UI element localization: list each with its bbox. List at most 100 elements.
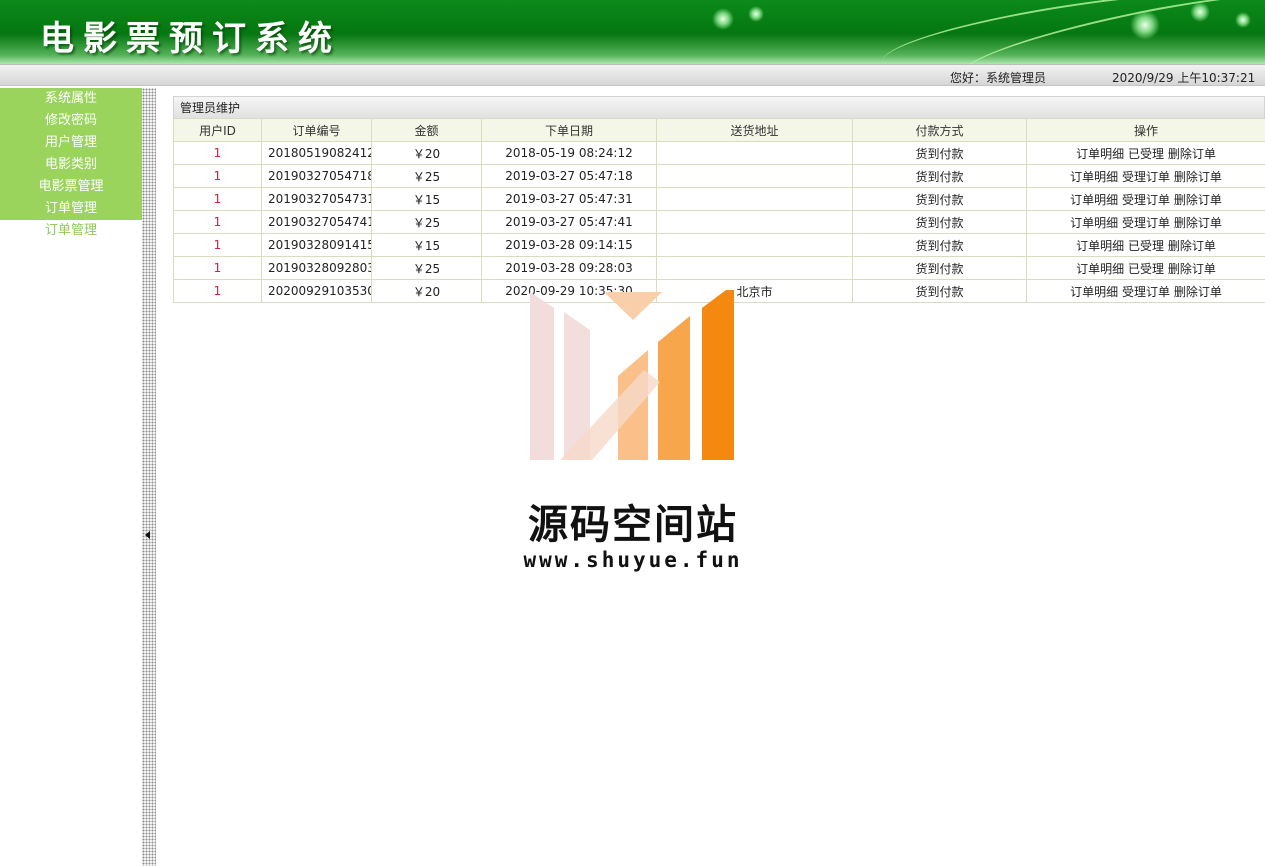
cell-order-no: 20190327054741 <box>261 210 372 234</box>
logo-bar-orange-2 <box>658 316 690 460</box>
cell-payment: 货到付款 <box>852 233 1027 257</box>
cell-order-no: 20190328092803 <box>261 256 372 280</box>
orders-table: 用户ID 订单编号 金额 下单日期 送货地址 付款方式 操作 1 20180519… <box>173 118 1265 303</box>
cell-order-date: 2019-03-27 05:47:31 <box>481 187 657 211</box>
action-link[interactable]: 删除订单 <box>1174 170 1222 184</box>
action-link[interactable]: 订单明细 <box>1076 239 1124 253</box>
cell-amount: ￥25 <box>371 164 482 188</box>
cell-amount: ￥15 <box>371 187 482 211</box>
cell-user-id: 1 <box>173 164 262 188</box>
column-header-address: 送货地址 <box>656 118 853 142</box>
banner-sparkle <box>1130 10 1160 40</box>
action-link[interactable]: 订单明细 <box>1076 262 1124 276</box>
logo-bar-pale-left <box>530 292 554 460</box>
cell-user-id: 1 <box>173 279 262 303</box>
cell-order-no: 20200929103530 <box>261 279 372 303</box>
column-header-actions: 操作 <box>1026 118 1265 142</box>
table-row: 1 20190327054731 ￥15 2019-03-27 05:47:31 货到付… <box>173 187 1265 211</box>
user-greeting: 您好：系统管理员 <box>950 71 1047 85</box>
action-link[interactable]: 删除订单 <box>1168 262 1216 276</box>
watermark-url: www.shuyue.fun <box>523 548 743 572</box>
cell-actions: 订单明细 受理订单 删除订单 <box>1026 210 1265 234</box>
cell-payment: 货到付款 <box>852 187 1027 211</box>
cell-order-no: 20190327054731 <box>261 187 372 211</box>
cell-address <box>656 187 853 211</box>
banner-sparkle <box>1190 2 1210 22</box>
action-link[interactable]: 删除订单 <box>1174 193 1222 207</box>
column-header-amount: 金额 <box>371 118 482 142</box>
cell-actions: 订单明细 受理订单 删除订单 <box>1026 279 1265 303</box>
action-link[interactable]: 订单明细 <box>1070 285 1118 299</box>
cell-actions: 订单明细 已受理 删除订单 <box>1026 256 1265 280</box>
watermark-logo <box>530 290 734 460</box>
action-link[interactable]: 已受理 <box>1128 262 1164 276</box>
sidebar-item-user-management[interactable]: 用户管理 <box>0 132 142 154</box>
watermark-name: 源码空间站 <box>528 502 738 548</box>
sidebar-item-ticket-management[interactable]: 电影票管理 <box>0 176 142 198</box>
panel-title: 管理员维护 <box>173 96 1265 118</box>
table-row: 1 20190328092803 ￥25 2019-03-28 09:28:03 货到付… <box>173 256 1265 280</box>
cell-amount: ￥20 <box>371 141 482 165</box>
cell-user-id: 1 <box>173 233 262 257</box>
cell-amount: ￥25 <box>371 256 482 280</box>
action-link[interactable]: 受理订单 <box>1122 216 1170 230</box>
action-link[interactable]: 删除订单 <box>1174 285 1222 299</box>
banner-sparkle <box>748 6 764 22</box>
sidebar-subitem-order-management[interactable]: 订单管理 <box>0 220 142 242</box>
cell-user-id: 1 <box>173 141 262 165</box>
cell-address <box>656 164 853 188</box>
collapse-arrow-icon[interactable] <box>145 531 150 539</box>
sidebar-item-system-properties[interactable]: 系统属性 <box>0 88 142 110</box>
cell-address <box>656 233 853 257</box>
cell-order-date: 2019-03-27 05:47:18 <box>481 164 657 188</box>
action-link[interactable]: 订单明细 <box>1070 216 1118 230</box>
table-row: 1 20190327054741 ￥25 2019-03-27 05:47:41 货到付… <box>173 210 1265 234</box>
cell-payment: 货到付款 <box>852 256 1027 280</box>
cell-order-no: 20180519082412 <box>261 141 372 165</box>
cell-order-no: 20190328091415 <box>261 233 372 257</box>
action-link[interactable]: 已受理 <box>1128 147 1164 161</box>
cell-order-date: 2019-03-27 05:47:41 <box>481 210 657 234</box>
action-link[interactable]: 订单明细 <box>1070 170 1118 184</box>
action-link[interactable]: 受理订单 <box>1122 193 1170 207</box>
cell-address <box>656 141 853 165</box>
status-bar: 您好：系统管理员 2020/9/29 上午10:37:21 <box>0 64 1265 86</box>
action-link[interactable]: 删除订单 <box>1168 147 1216 161</box>
action-link[interactable]: 删除订单 <box>1174 216 1222 230</box>
action-link[interactable]: 删除订单 <box>1168 239 1216 253</box>
cell-user-id: 1 <box>173 187 262 211</box>
cell-amount: ￥25 <box>371 210 482 234</box>
table-row: 1 20180519082412 ￥20 2018-05-19 08:24:12 货到付… <box>173 141 1265 165</box>
cell-actions: 订单明细 受理订单 删除订单 <box>1026 187 1265 211</box>
column-header-payment: 付款方式 <box>852 118 1027 142</box>
cell-actions: 订单明细 受理订单 删除订单 <box>1026 164 1265 188</box>
banner-sparkle <box>712 8 734 30</box>
column-header-order-date: 下单日期 <box>481 118 657 142</box>
current-datetime: 2020/9/29 上午10:37:21 <box>1112 71 1256 85</box>
logo-bar-orange-3 <box>702 290 734 460</box>
action-link[interactable]: 受理订单 <box>1122 285 1170 299</box>
action-link[interactable]: 已受理 <box>1128 239 1164 253</box>
cell-actions: 订单明细 已受理 删除订单 <box>1026 141 1265 165</box>
cell-payment: 货到付款 <box>852 141 1027 165</box>
sidebar-item-change-password[interactable]: 修改密码 <box>0 110 142 132</box>
column-header-order-no: 订单编号 <box>261 118 372 142</box>
action-link[interactable]: 受理订单 <box>1122 170 1170 184</box>
cell-order-date: 2019-03-28 09:28:03 <box>481 256 657 280</box>
sidebar-item-order-management[interactable]: 订单管理 <box>0 198 142 220</box>
banner-sparkle <box>1235 12 1251 28</box>
sidebar-item-movie-categories[interactable]: 电影类别 <box>0 154 142 176</box>
action-link[interactable]: 订单明细 <box>1076 147 1124 161</box>
cell-actions: 订单明细 已受理 删除订单 <box>1026 233 1265 257</box>
cell-order-date: 2019-03-28 09:14:15 <box>481 233 657 257</box>
cell-amount: ￥15 <box>371 233 482 257</box>
table-header-row: 用户ID 订单编号 金额 下单日期 送货地址 付款方式 操作 <box>173 118 1265 142</box>
action-link[interactable]: 订单明细 <box>1070 193 1118 207</box>
cell-payment: 货到付款 <box>852 279 1027 303</box>
cell-payment: 货到付款 <box>852 164 1027 188</box>
cell-address <box>656 256 853 280</box>
cell-amount: ￥20 <box>371 279 482 303</box>
main-panel: 管理员维护 用户ID 订单编号 金额 下单日期 送货地址 付款方式 操作 1 20… <box>173 96 1265 303</box>
header-banner: 电影票预订系统 <box>0 0 1265 64</box>
sidebar-splitter[interactable] <box>142 88 156 866</box>
